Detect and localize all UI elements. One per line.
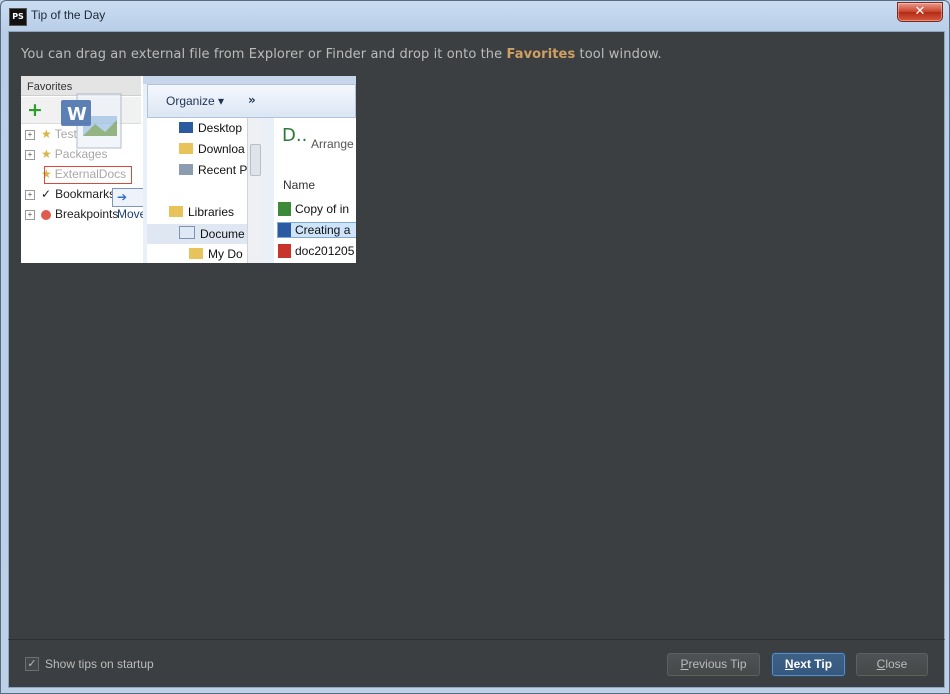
name-column-header: Name xyxy=(283,178,316,192)
mnemonic-n: N xyxy=(784,657,794,671)
expand-icon: + xyxy=(25,129,35,140)
checkmark-icon: ✓ xyxy=(41,187,52,201)
star-icon: ★ xyxy=(41,147,52,161)
svg-text:W: W xyxy=(67,104,87,125)
favorites-panel: Favorites + +★Test +★Packages +★External… xyxy=(21,76,152,263)
pdf-file-icon xyxy=(278,244,291,258)
nav-item-downloads: Downloa xyxy=(179,142,245,156)
dialog-footer: ✓ Show tips on startup Previous Tip Next… xyxy=(8,639,945,688)
expand-icon: + xyxy=(25,209,35,220)
nav-item-my-documents: My Do xyxy=(189,247,243,261)
nav-item-label: My Do xyxy=(208,247,243,261)
explorer-window: Organize ▾ » Desktop Downloa Recent P Li… xyxy=(143,76,356,263)
expand-icon: + xyxy=(25,149,35,160)
close-button[interactable]: Close xyxy=(856,653,928,676)
title-bar[interactable]: PS Tip of the Day ✕ xyxy=(1,1,949,31)
tip-highlight-favorites: Favorites xyxy=(506,47,576,62)
nav-item-desktop: Desktop xyxy=(179,121,242,135)
nav-item-label: Docume xyxy=(200,227,245,241)
drop-target-highlight xyxy=(44,166,132,184)
favorites-item-breakpoints: + Breakpoints xyxy=(25,207,118,225)
libraries-icon xyxy=(169,206,183,217)
move-tooltip-label: Move xyxy=(117,207,147,221)
folder-icon xyxy=(189,248,203,259)
next-tip-label: ext Tip xyxy=(793,657,833,671)
close-icon: ✕ xyxy=(914,4,926,19)
word-document-drag-icon: W xyxy=(61,93,122,149)
explorer-nav-pane: Desktop Downloa Recent P Libraries Docum… xyxy=(147,118,248,263)
scrollbar-thumb xyxy=(250,144,261,176)
close-label: lose xyxy=(885,657,908,671)
excel-file-icon xyxy=(278,202,291,216)
explorer-file-pane: D.. Arrange Name Copy of in Creating a d… xyxy=(274,118,356,263)
nav-item-label: Libraries xyxy=(188,205,235,219)
show-tips-checkbox[interactable]: ✓ xyxy=(25,657,39,671)
tip-text-before: You can drag an external file from Explo… xyxy=(21,47,507,62)
file-name: Creating a xyxy=(295,223,351,237)
folder-icon xyxy=(179,143,193,154)
favorites-item-label: Bookmarks xyxy=(55,187,116,201)
nav-item-documents: Docume xyxy=(147,224,247,244)
favorites-item-label: Breakpoints xyxy=(55,207,119,221)
tip-content-panel: You can drag an external file from Explo… xyxy=(8,31,945,640)
file-row-selected: Creating a xyxy=(277,222,356,238)
explorer-pane-title: D.. xyxy=(282,125,308,146)
expand-icon: + xyxy=(25,189,35,200)
previous-tip-label: revious Tip xyxy=(688,657,747,671)
tip-illustration: Favorites + +★Test +★Packages +★External… xyxy=(21,76,356,263)
documents-icon xyxy=(179,226,195,239)
add-icon: + xyxy=(27,99,43,121)
tip-of-the-day-window: PS Tip of the Day ✕ You can drag an exte… xyxy=(0,0,950,694)
file-row: doc201205 xyxy=(278,244,354,258)
explorer-frame xyxy=(143,76,356,84)
arrange-by-label: Arrange xyxy=(311,137,354,151)
desktop-icon xyxy=(179,122,193,133)
nav-item-libraries: Libraries xyxy=(169,205,234,219)
tip-text-after: tool window. xyxy=(575,47,662,62)
more-chevron-icon: » xyxy=(248,93,256,107)
arrow-right-icon: ➔ xyxy=(117,190,128,204)
file-name: doc201205 xyxy=(295,244,355,258)
explorer-nav-scrollbar xyxy=(247,118,262,263)
explorer-toolbar: Organize ▾ » xyxy=(147,84,356,118)
word-file-icon xyxy=(278,223,291,237)
organize-menu: Organize ▾ xyxy=(166,94,225,108)
star-icon: ★ xyxy=(41,127,52,141)
red-dot-icon xyxy=(41,209,51,220)
window-close-button[interactable]: ✕ xyxy=(897,2,943,22)
favorites-item-bookmarks: + ✓ Bookmarks xyxy=(25,187,115,205)
nav-item-label: Recent P xyxy=(198,163,248,177)
nav-item-label: Downloa xyxy=(198,142,245,156)
nav-item-label: Desktop xyxy=(198,121,243,135)
previous-tip-button[interactable]: Previous Tip xyxy=(667,653,760,676)
file-row: Copy of in xyxy=(278,202,349,216)
nav-item-recent: Recent P xyxy=(179,163,247,177)
recent-places-icon xyxy=(179,164,193,175)
next-tip-button[interactable]: Next Tip xyxy=(772,653,845,676)
show-tips-label[interactable]: Show tips on startup xyxy=(45,657,154,671)
phpstorm-app-icon: PS xyxy=(9,8,27,26)
window-title: Tip of the Day xyxy=(31,8,106,22)
tip-text: You can drag an external file from Explo… xyxy=(21,47,662,62)
file-name: Copy of in xyxy=(295,202,350,216)
